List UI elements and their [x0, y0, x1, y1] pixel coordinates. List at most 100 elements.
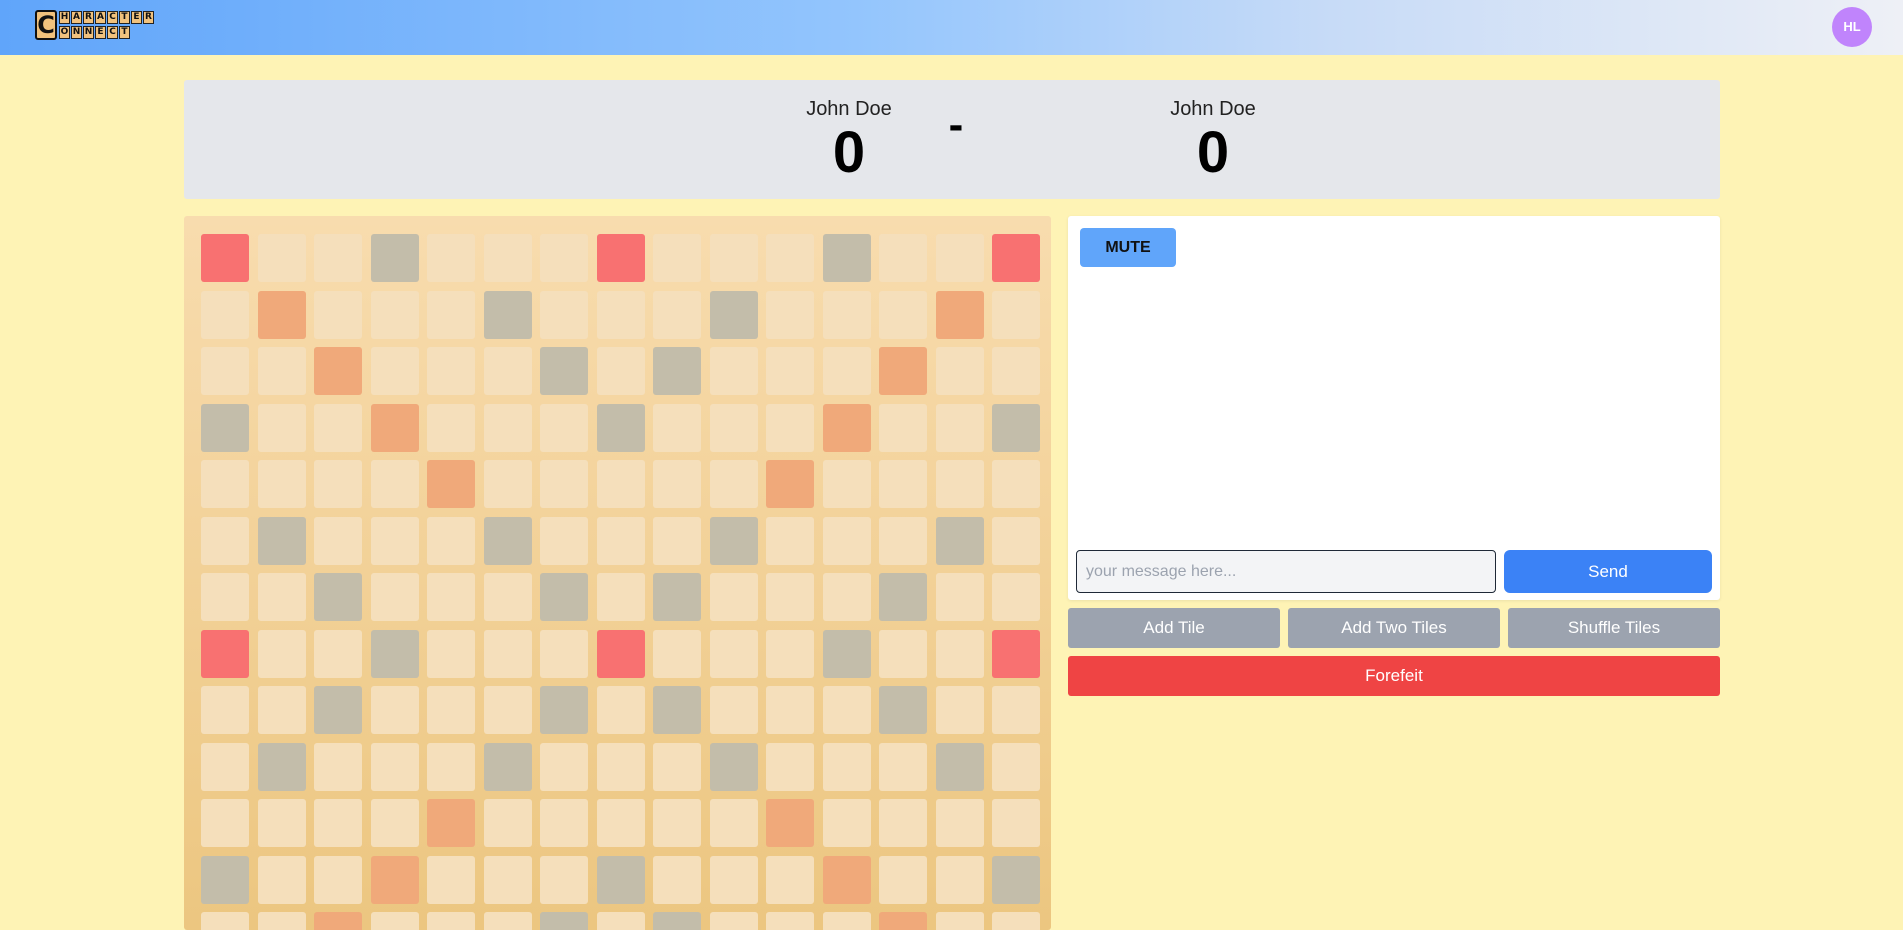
board-cell-normal[interactable]	[427, 347, 475, 395]
board-cell-normal[interactable]	[258, 686, 306, 734]
board-cell-normal[interactable]	[597, 517, 645, 565]
board-cell-gray-bonus[interactable]	[823, 630, 871, 678]
board-cell-normal[interactable]	[427, 234, 475, 282]
board-cell-normal[interactable]	[258, 347, 306, 395]
board-cell-normal[interactable]	[484, 460, 532, 508]
board-cell-normal[interactable]	[992, 347, 1040, 395]
forfeit-button[interactable]: Forefeit	[1068, 656, 1720, 696]
board-cell-normal[interactable]	[371, 743, 419, 791]
board-cell-orange-bonus[interactable]	[879, 347, 927, 395]
board-cell-normal[interactable]	[710, 799, 758, 847]
board-cell-normal[interactable]	[936, 573, 984, 621]
board-cell-normal[interactable]	[653, 291, 701, 339]
board-cell-normal[interactable]	[766, 686, 814, 734]
board-cell-normal[interactable]	[766, 291, 814, 339]
board-cell-normal[interactable]	[540, 291, 588, 339]
board-cell-normal[interactable]	[314, 630, 362, 678]
board-cell-gray-bonus[interactable]	[540, 912, 588, 930]
board-cell-normal[interactable]	[653, 630, 701, 678]
mute-button[interactable]: MUTE	[1080, 228, 1176, 267]
board-cell-gray-bonus[interactable]	[371, 630, 419, 678]
board-cell-normal[interactable]	[258, 573, 306, 621]
board-cell-normal[interactable]	[201, 686, 249, 734]
board-cell-normal[interactable]	[597, 743, 645, 791]
board-cell-normal[interactable]	[653, 856, 701, 904]
board-cell-gray-bonus[interactable]	[258, 743, 306, 791]
board-cell-orange-bonus[interactable]	[314, 347, 362, 395]
board-cell-gray-bonus[interactable]	[540, 686, 588, 734]
board-cell-normal[interactable]	[823, 912, 871, 930]
board-cell-normal[interactable]	[992, 686, 1040, 734]
board-cell-normal[interactable]	[653, 799, 701, 847]
board-cell-orange-bonus[interactable]	[371, 404, 419, 452]
board-cell-gray-bonus[interactable]	[653, 573, 701, 621]
board-cell-normal[interactable]	[540, 856, 588, 904]
board-cell-normal[interactable]	[823, 347, 871, 395]
board-cell-normal[interactable]	[258, 460, 306, 508]
board-cell-normal[interactable]	[314, 404, 362, 452]
board-cell-gray-bonus[interactable]	[597, 404, 645, 452]
board-cell-normal[interactable]	[710, 856, 758, 904]
board-cell-normal[interactable]	[936, 799, 984, 847]
board-cell-gray-bonus[interactable]	[936, 517, 984, 565]
board-cell-normal[interactable]	[653, 234, 701, 282]
board-cell-normal[interactable]	[879, 404, 927, 452]
board-cell-normal[interactable]	[879, 799, 927, 847]
board-cell-normal[interactable]	[597, 686, 645, 734]
board-cell-red-bonus[interactable]	[597, 630, 645, 678]
board-cell-normal[interactable]	[879, 630, 927, 678]
board-cell-gray-bonus[interactable]	[992, 856, 1040, 904]
board-cell-normal[interactable]	[484, 573, 532, 621]
board-cell-normal[interactable]	[936, 234, 984, 282]
board-cell-orange-bonus[interactable]	[427, 460, 475, 508]
board-cell-normal[interactable]	[653, 517, 701, 565]
board-cell-gray-bonus[interactable]	[597, 856, 645, 904]
board-cell-gray-bonus[interactable]	[540, 573, 588, 621]
board-cell-red-bonus[interactable]	[201, 234, 249, 282]
board-cell-normal[interactable]	[484, 686, 532, 734]
board-cell-gray-bonus[interactable]	[314, 686, 362, 734]
board-cell-normal[interactable]	[427, 856, 475, 904]
board-cell-normal[interactable]	[823, 743, 871, 791]
board-cell-normal[interactable]	[371, 686, 419, 734]
board-cell-normal[interactable]	[314, 799, 362, 847]
board-cell-normal[interactable]	[879, 743, 927, 791]
board-cell-normal[interactable]	[823, 460, 871, 508]
board-cell-normal[interactable]	[597, 291, 645, 339]
board-cell-gray-bonus[interactable]	[710, 291, 758, 339]
board-cell-normal[interactable]	[258, 234, 306, 282]
board-cell-normal[interactable]	[653, 404, 701, 452]
board-cell-normal[interactable]	[201, 347, 249, 395]
board-cell-normal[interactable]	[540, 234, 588, 282]
board-cell-normal[interactable]	[992, 291, 1040, 339]
board-cell-normal[interactable]	[823, 517, 871, 565]
board-cell-normal[interactable]	[992, 460, 1040, 508]
board-cell-normal[interactable]	[258, 630, 306, 678]
board-cell-normal[interactable]	[597, 573, 645, 621]
board-cell-normal[interactable]	[371, 291, 419, 339]
board-cell-gray-bonus[interactable]	[371, 234, 419, 282]
board-cell-normal[interactable]	[484, 347, 532, 395]
board-cell-orange-bonus[interactable]	[258, 291, 306, 339]
board-cell-gray-bonus[interactable]	[653, 347, 701, 395]
board-cell-normal[interactable]	[936, 856, 984, 904]
shuffle-tiles-button[interactable]: Shuffle Tiles	[1508, 608, 1720, 648]
board-cell-gray-bonus[interactable]	[936, 743, 984, 791]
board-cell-orange-bonus[interactable]	[936, 291, 984, 339]
board-cell-normal[interactable]	[766, 856, 814, 904]
board-cell-normal[interactable]	[936, 686, 984, 734]
board-cell-normal[interactable]	[992, 517, 1040, 565]
board-cell-orange-bonus[interactable]	[766, 799, 814, 847]
board-cell-normal[interactable]	[201, 460, 249, 508]
board-cell-normal[interactable]	[936, 347, 984, 395]
board-cell-normal[interactable]	[597, 799, 645, 847]
board-cell-normal[interactable]	[936, 404, 984, 452]
add-tile-button[interactable]: Add Tile	[1068, 608, 1280, 648]
board-cell-normal[interactable]	[597, 347, 645, 395]
board-cell-orange-bonus[interactable]	[314, 912, 362, 930]
board-cell-gray-bonus[interactable]	[710, 743, 758, 791]
board-cell-gray-bonus[interactable]	[201, 404, 249, 452]
board-cell-gray-bonus[interactable]	[540, 347, 588, 395]
board-cell-normal[interactable]	[992, 743, 1040, 791]
board-cell-orange-bonus[interactable]	[427, 799, 475, 847]
